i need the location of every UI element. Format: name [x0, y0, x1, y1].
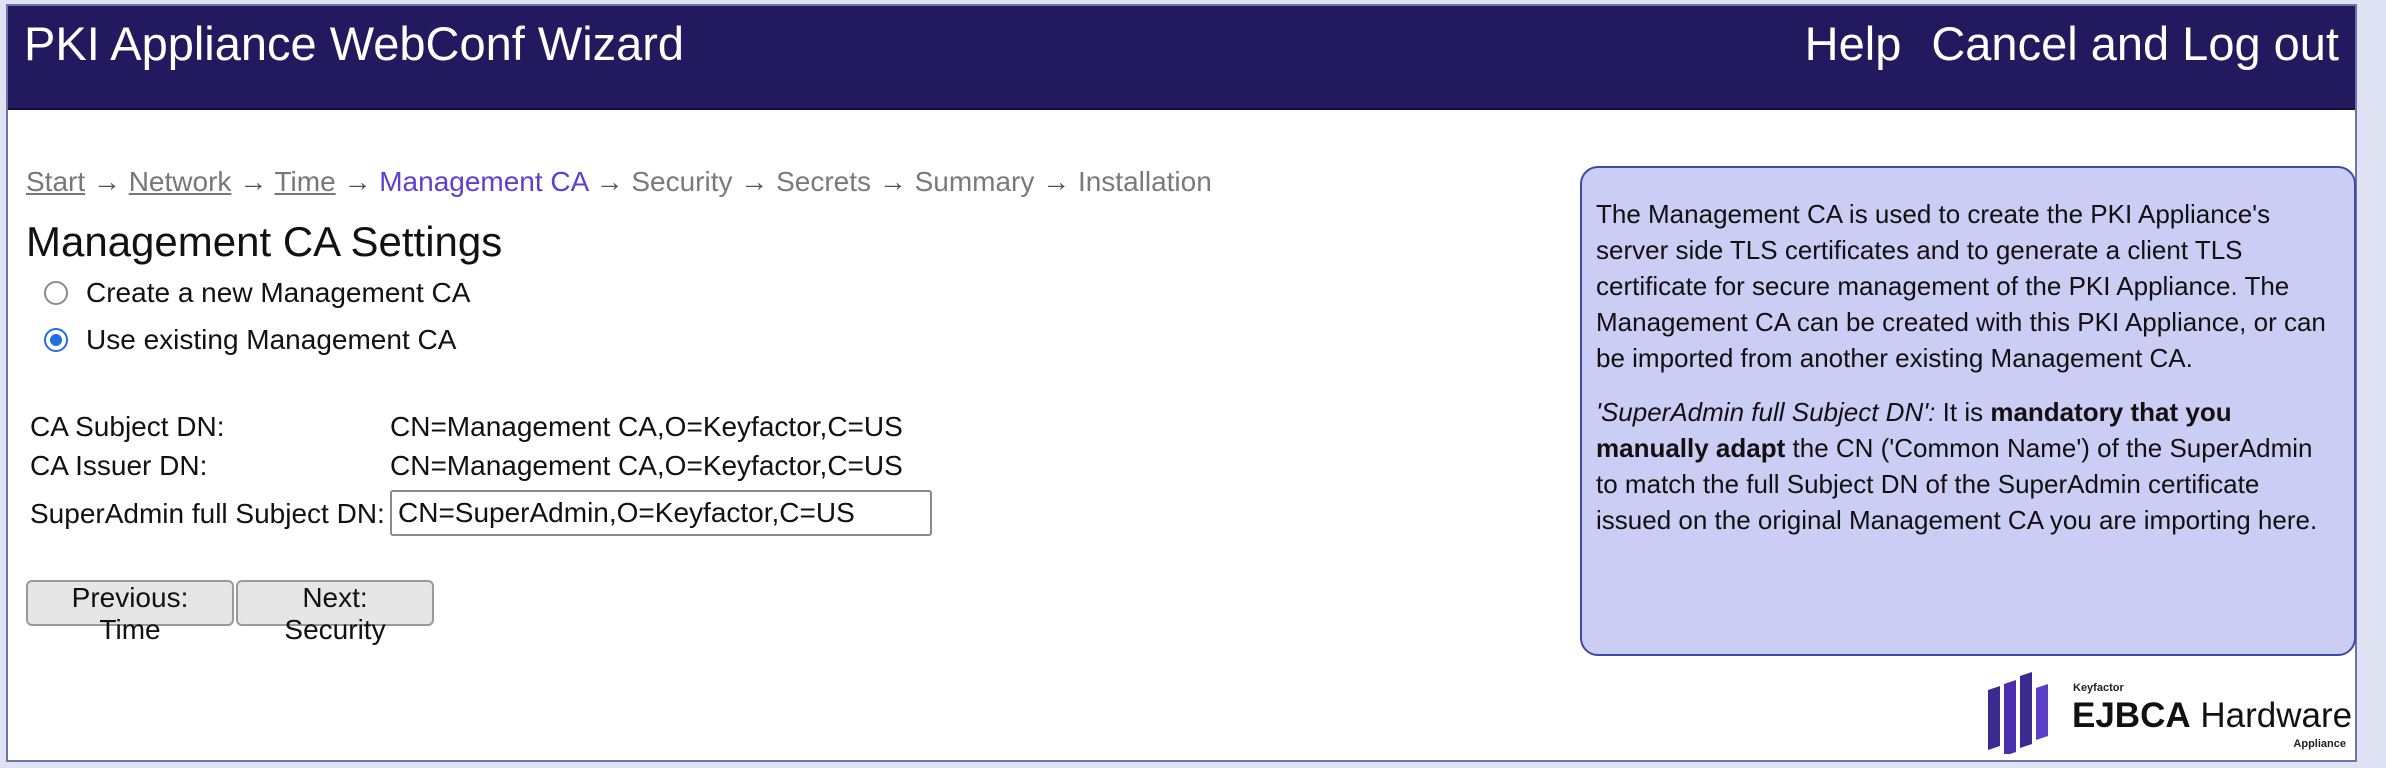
help-info-panel: The Management CA is used to create the … — [1580, 166, 2356, 656]
app-title: PKI Appliance WebConf Wizard — [24, 17, 685, 70]
option-create-label: Create a new Management CA — [86, 277, 471, 308]
breadcrumb-arrow: → — [878, 166, 907, 197]
superadmin-dn-input[interactable] — [390, 490, 932, 536]
ejbca-logo: Keyfactor EJBCA Hardware Appliance — [1984, 666, 2354, 756]
previous-button[interactable]: Previous: Time — [26, 580, 234, 645]
info-italic-term: 'SuperAdmin full Subject DN': — [1596, 397, 1936, 427]
breadcrumb-step-secrets: Secrets — [776, 166, 872, 197]
superadmin-dn-label: SuperAdmin full Subject DN: — [30, 498, 385, 529]
header-links: Help Cancel and Log out — [1805, 16, 2339, 71]
logo-name: EJBCA Hardware — [2072, 696, 2352, 736]
logo-sub: Appliance — [2293, 738, 2346, 750]
radio-use-existing-ca[interactable] — [44, 328, 68, 352]
ca-issuer-dn-value: CN=Management CA,O=Keyfactor,C=US — [390, 450, 903, 481]
page-title: Management CA Settings — [26, 218, 503, 265]
logo-name-rest: Hardware — [2190, 696, 2353, 735]
info-paragraph-2: 'SuperAdmin full Subject DN': It is mand… — [1596, 394, 2340, 538]
logo-name-bold: EJBCA — [2072, 696, 2191, 735]
info-paragraph-1: The Management CA is used to create the … — [1596, 199, 2326, 373]
breadcrumb-arrow: → — [1042, 166, 1071, 197]
breadcrumb-step-security: Security — [631, 166, 733, 197]
logo-brand: Keyfactor — [2073, 682, 2124, 694]
breadcrumb-arrow: → — [740, 166, 769, 197]
breadcrumb-step-time[interactable]: Time — [274, 166, 335, 197]
cancel-logout-link[interactable]: Cancel and Log out — [1931, 16, 2339, 71]
ejbca-logo-mark-icon — [1988, 672, 2048, 756]
breadcrumb-arrow: → — [239, 166, 268, 197]
header-bar: PKI Appliance WebConf Wizard Help Cancel… — [8, 6, 2355, 110]
option-use-existing-ca[interactable]: Use existing Management CA — [44, 324, 456, 356]
ca-subject-dn-value: CN=Management CA,O=Keyfactor,C=US — [390, 411, 903, 442]
breadcrumb-arrow: → — [343, 166, 372, 197]
breadcrumb-step-summary: Summary — [914, 166, 1035, 197]
breadcrumb-arrow: → — [595, 166, 624, 197]
breadcrumb-step-management-ca: Management CA — [379, 166, 588, 197]
next-button[interactable]: Next: Security — [236, 580, 434, 645]
breadcrumb-step-installation: Installation — [1077, 166, 1212, 197]
ca-issuer-dn-label: CA Issuer DN: — [30, 450, 208, 481]
breadcrumb-step-start[interactable]: Start — [26, 166, 85, 197]
radio-create-new-ca[interactable] — [44, 281, 68, 305]
info-text-a: It is — [1935, 397, 1991, 427]
ca-subject-dn-label: CA Subject DN: — [30, 411, 225, 442]
help-link[interactable]: Help — [1805, 16, 1902, 71]
option-use-existing-label: Use existing Management CA — [86, 324, 457, 355]
breadcrumb-arrow: → — [92, 166, 121, 197]
wizard-window: PKI Appliance WebConf Wizard Help Cancel… — [6, 4, 2357, 762]
breadcrumb-step-network[interactable]: Network — [129, 166, 232, 197]
option-create-new-ca[interactable]: Create a new Management CA — [44, 277, 470, 309]
breadcrumb: Start → Network → Time → Management CA →… — [26, 166, 1212, 198]
